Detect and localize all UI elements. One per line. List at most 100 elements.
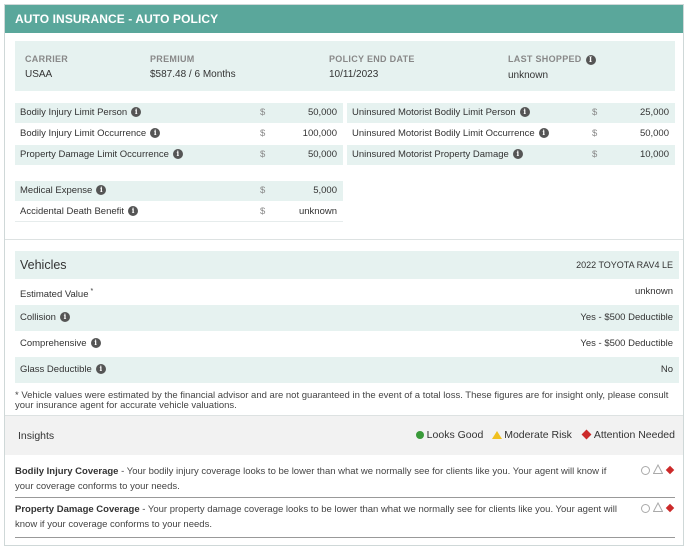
premium-label: PREMIUM bbox=[150, 54, 195, 64]
coverage-row: Property Damage Limit Occurrence i $ 50,0… bbox=[15, 145, 343, 165]
last-shopped-label: LAST SHOPPED bbox=[508, 54, 582, 64]
legend-moderate: Moderate Risk bbox=[492, 429, 572, 441]
insights-legend: Looks Good Moderate Risk Attention Neede… bbox=[410, 429, 675, 441]
info-icon[interactable]: i bbox=[90, 338, 101, 349]
coverage-label-wrap: Uninsured Motorist Property Damage i bbox=[352, 145, 523, 165]
info-icon[interactable]: i bbox=[150, 128, 161, 139]
info-icon[interactable]: i bbox=[59, 312, 70, 323]
vehicle-label: Glass Deductible bbox=[20, 364, 92, 375]
coverage-label: Accidental Death Benefit bbox=[20, 206, 125, 217]
policy-end-label: POLICY END DATE bbox=[329, 54, 415, 64]
insight-separator bbox=[15, 537, 675, 538]
policy-end-block: POLICY END DATE 10/11/2023 bbox=[329, 54, 415, 80]
insight-text: Property Damage Coverage - Your property… bbox=[15, 502, 627, 532]
coverage-label-wrap: Uninsured Motorist Bodily Limit Person i bbox=[352, 103, 530, 123]
triangle-outline-icon bbox=[653, 464, 663, 474]
legend-moderate-label: Moderate Risk bbox=[504, 429, 572, 441]
info-icon[interactable]: i bbox=[172, 149, 183, 160]
info-icon[interactable]: i bbox=[128, 206, 139, 217]
coverage-value: 50,000 bbox=[307, 149, 337, 160]
insight-separator bbox=[15, 497, 675, 498]
coverage-row: Uninsured Motorist Bodily Limit Occurren… bbox=[347, 124, 675, 144]
info-icon[interactable]: i bbox=[585, 54, 596, 65]
coverage-label-wrap: Property Damage Limit Occurrence i bbox=[20, 145, 183, 165]
insights-header: Insights Looks Good Moderate Risk Attent… bbox=[5, 415, 683, 455]
carrier-label: CARRIER bbox=[25, 54, 69, 64]
vehicle-row: Collision i Yes - $500 Deductible bbox=[15, 305, 679, 331]
vehicles-title: Vehicles bbox=[20, 258, 67, 272]
coverage-label-wrap: Bodily Injury Limit Person i bbox=[20, 103, 142, 123]
premium-block: PREMIUM $587.48 / 6 Months bbox=[150, 54, 236, 80]
vehicle-row: Estimated Value * unknown bbox=[15, 279, 679, 305]
coverage-value: 50,000 bbox=[639, 128, 669, 139]
premium-value: $587.48 / 6 Months bbox=[150, 69, 236, 80]
vehicle-row: Comprehensive i Yes - $500 Deductible bbox=[15, 331, 679, 357]
coverage-value: 25,000 bbox=[639, 107, 669, 118]
coverage-label: Bodily Injury Limit Person bbox=[20, 107, 128, 118]
vehicle-label-wrap: Glass Deductible i bbox=[20, 357, 106, 383]
circle-outline-icon bbox=[641, 466, 650, 475]
coverage-label: Uninsured Motorist Bodily Limit Person bbox=[352, 107, 516, 118]
last-shopped-header: LAST SHOPPED i bbox=[508, 54, 596, 65]
coverage-value: unknown bbox=[298, 206, 337, 217]
coverage-row: Uninsured Motorist Bodily Limit Person i … bbox=[347, 103, 675, 123]
insight-item: Property Damage Coverage - Your property… bbox=[15, 502, 675, 532]
insight-item: Bodily Injury Coverage - Your bodily inj… bbox=[15, 464, 675, 494]
info-icon[interactable]: i bbox=[512, 149, 523, 160]
info-icon[interactable]: i bbox=[96, 185, 107, 196]
vehicle-value: No bbox=[660, 364, 673, 375]
vehicle-value-disclaimer: * Vehicle values were estimated by the f… bbox=[15, 390, 669, 411]
vehicle-row: Glass Deductible i No bbox=[15, 357, 679, 383]
coverage-value: 10,000 bbox=[639, 149, 669, 160]
last-shopped-block: LAST SHOPPED i unknown bbox=[508, 54, 596, 81]
coverage-row: Accidental Death Benefit i $ unknown bbox=[15, 202, 343, 222]
coverage-label: Property Damage Limit Occurrence bbox=[20, 149, 169, 160]
insight-text: Bodily Injury Coverage - Your bodily inj… bbox=[15, 464, 627, 494]
vehicle-value: Yes - $500 Deductible bbox=[580, 312, 673, 323]
vehicle-label: Comprehensive bbox=[20, 338, 87, 349]
insight-title: Bodily Injury Coverage bbox=[15, 466, 119, 477]
policy-end-value: 10/11/2023 bbox=[329, 69, 379, 80]
vehicle-label-wrap: Collision i bbox=[20, 305, 70, 331]
section-divider bbox=[5, 239, 683, 240]
currency-symbol: $ bbox=[260, 206, 266, 217]
legend-attention-label: Attention Needed bbox=[593, 429, 675, 441]
yellow-triangle-icon bbox=[492, 430, 503, 439]
red-diamond-icon bbox=[665, 465, 675, 475]
vehicle-label-wrap: Estimated Value * bbox=[20, 279, 93, 308]
legend-good-label: Looks Good bbox=[426, 429, 484, 441]
info-icon[interactable]: i bbox=[519, 107, 530, 118]
info-icon[interactable]: i bbox=[131, 107, 142, 118]
currency-symbol: $ bbox=[592, 128, 598, 139]
vehicle-value: Yes - $500 Deductible bbox=[580, 338, 673, 349]
coverage-label-wrap: Bodily Injury Limit Occurrence i bbox=[20, 124, 161, 144]
coverage-row: Bodily Injury Limit Person i $ 50,000 bbox=[15, 103, 343, 123]
coverage-row: Bodily Injury Limit Occurrence i $ 100,00… bbox=[15, 124, 343, 144]
vehicle-label: Collision bbox=[20, 312, 56, 323]
coverage-label: Uninsured Motorist Property Damage bbox=[352, 149, 509, 160]
coverage-label: Uninsured Motorist Bodily Limit Occurren… bbox=[352, 128, 535, 139]
info-icon[interactable]: i bbox=[95, 364, 106, 375]
last-shopped-value: unknown bbox=[508, 69, 549, 81]
vehicle-label: Estimated Value bbox=[20, 289, 89, 301]
currency-symbol: $ bbox=[260, 128, 266, 139]
coverage-row: Uninsured Motorist Property Damage i $ 10… bbox=[347, 145, 675, 165]
red-diamond-icon bbox=[581, 429, 592, 439]
circle-outline-icon bbox=[641, 504, 650, 513]
auto-policy-card: AUTO INSURANCE - AUTO POLICY CARRIER USA… bbox=[4, 4, 684, 546]
coverage-value: 5,000 bbox=[313, 185, 337, 196]
green-circle-icon bbox=[415, 430, 424, 439]
currency-symbol: $ bbox=[260, 149, 266, 160]
info-icon[interactable]: i bbox=[538, 128, 549, 139]
insight-title: Property Damage Coverage bbox=[15, 504, 140, 515]
coverage-row: Medical Expense i $ 5,000 bbox=[15, 181, 343, 201]
vehicle-label-wrap: Comprehensive i bbox=[20, 331, 101, 357]
carrier-value: USAA bbox=[25, 69, 53, 80]
policy-summary: CARRIER USAA PREMIUM $587.48 / 6 Months … bbox=[15, 41, 675, 91]
coverage-label-wrap: Medical Expense i bbox=[20, 181, 107, 201]
coverage-value: 100,000 bbox=[302, 128, 337, 139]
red-diamond-icon bbox=[665, 503, 675, 513]
carrier-block: CARRIER USAA bbox=[25, 54, 68, 80]
coverage-label-wrap: Uninsured Motorist Bodily Limit Occurren… bbox=[352, 124, 549, 144]
currency-symbol: $ bbox=[592, 149, 598, 160]
